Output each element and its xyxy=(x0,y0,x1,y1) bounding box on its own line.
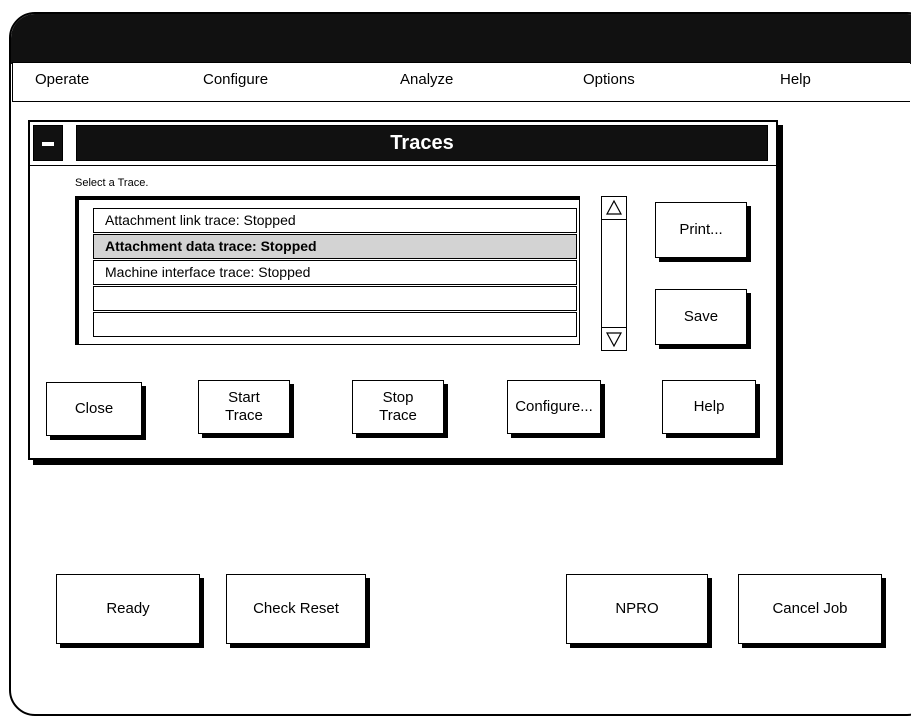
cancel-job-button[interactable]: Cancel Job xyxy=(738,574,882,644)
list-item[interactable]: Attachment link trace: Stopped xyxy=(93,208,577,233)
list-item-selected[interactable]: Attachment data trace: Stopped xyxy=(93,234,577,259)
instruction-text: Select a Trace. xyxy=(75,177,149,189)
list-item[interactable] xyxy=(93,312,577,337)
help-button[interactable]: Help xyxy=(662,380,756,434)
close-button[interactable]: Close xyxy=(46,382,142,436)
save-button[interactable]: Save xyxy=(655,289,747,345)
menu-analyze[interactable]: Analyze xyxy=(400,71,453,88)
stop-trace-label-line1: Stop xyxy=(382,389,414,406)
traces-dialog: Traces Select a Trace. Attachment link t… xyxy=(28,120,778,460)
menu-help[interactable]: Help xyxy=(780,71,811,88)
list-scrollbar[interactable] xyxy=(601,196,627,351)
configure-button-label: Configure... xyxy=(515,398,593,415)
list-item[interactable] xyxy=(93,286,577,311)
list-item[interactable]: Machine interface trace: Stopped xyxy=(93,260,577,285)
ready-button[interactable]: Ready xyxy=(56,574,200,644)
start-trace-label-line1: Start xyxy=(228,389,260,406)
scroll-up-button[interactable] xyxy=(602,197,626,220)
menu-bar: Operate Configure Analyze Options Help xyxy=(12,62,910,102)
print-button-label: Print... xyxy=(679,221,723,238)
check-reset-button-label: Check Reset xyxy=(253,600,339,617)
npro-button[interactable]: NPRO xyxy=(566,574,708,644)
scroll-down-button[interactable] xyxy=(602,327,626,350)
start-trace-button[interactable]: Start Trace xyxy=(198,380,290,434)
check-reset-button[interactable]: Check Reset xyxy=(226,574,366,644)
minus-icon xyxy=(42,142,54,146)
menu-options[interactable]: Options xyxy=(583,71,635,88)
configure-button[interactable]: Configure... xyxy=(507,380,601,434)
stop-trace-button[interactable]: Stop Trace xyxy=(352,380,444,434)
divider xyxy=(30,165,776,166)
triangle-up-icon xyxy=(605,199,623,215)
cancel-job-button-label: Cancel Job xyxy=(772,600,848,617)
trace-list: Attachment link trace: Stopped Attachmen… xyxy=(75,196,580,345)
ready-button-label: Ready xyxy=(106,600,150,617)
stop-trace-label-line2: Trace xyxy=(379,407,417,424)
print-button[interactable]: Print... xyxy=(655,202,747,258)
close-button-label: Close xyxy=(74,400,114,417)
menu-configure[interactable]: Configure xyxy=(203,71,268,88)
menu-operate[interactable]: Operate xyxy=(35,71,89,88)
dialog-menu-button[interactable] xyxy=(33,125,63,161)
title-bar xyxy=(11,14,911,64)
dialog-title: Traces xyxy=(76,125,768,161)
start-trace-label-line2: Trace xyxy=(225,407,263,424)
help-button-label: Help xyxy=(693,398,725,415)
npro-button-label: NPRO xyxy=(615,600,659,617)
triangle-down-icon xyxy=(605,332,623,348)
save-button-label: Save xyxy=(683,308,719,325)
